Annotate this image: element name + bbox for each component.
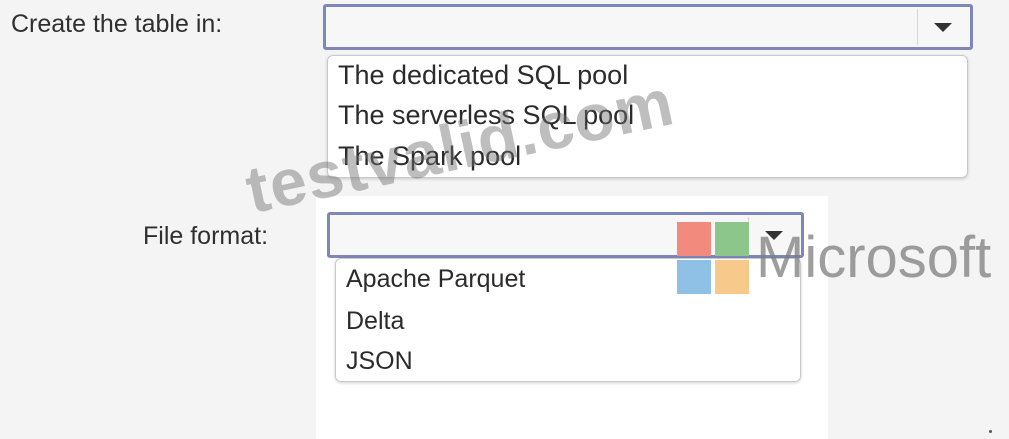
stray-dot — [989, 430, 992, 433]
microsoft-logo-icon — [677, 222, 749, 294]
logo-square-yellow — [715, 260, 749, 294]
file-format-option-delta[interactable]: Delta — [346, 307, 404, 336]
file-format-option-parquet[interactable]: Apache Parquet — [346, 265, 525, 294]
create-table-label: Create the table in: — [11, 10, 223, 38]
microsoft-wordmark: Microsoft — [756, 225, 992, 290]
file-format-label: File format: — [143, 222, 269, 250]
create-table-select[interactable] — [323, 4, 973, 50]
logo-square-red — [677, 222, 711, 256]
file-format-option-json[interactable]: JSON — [346, 347, 413, 376]
chevron-down-icon — [934, 22, 952, 32]
create-table-dropdown-button[interactable] — [917, 9, 968, 45]
logo-square-green — [715, 222, 749, 256]
logo-square-blue — [677, 260, 711, 294]
